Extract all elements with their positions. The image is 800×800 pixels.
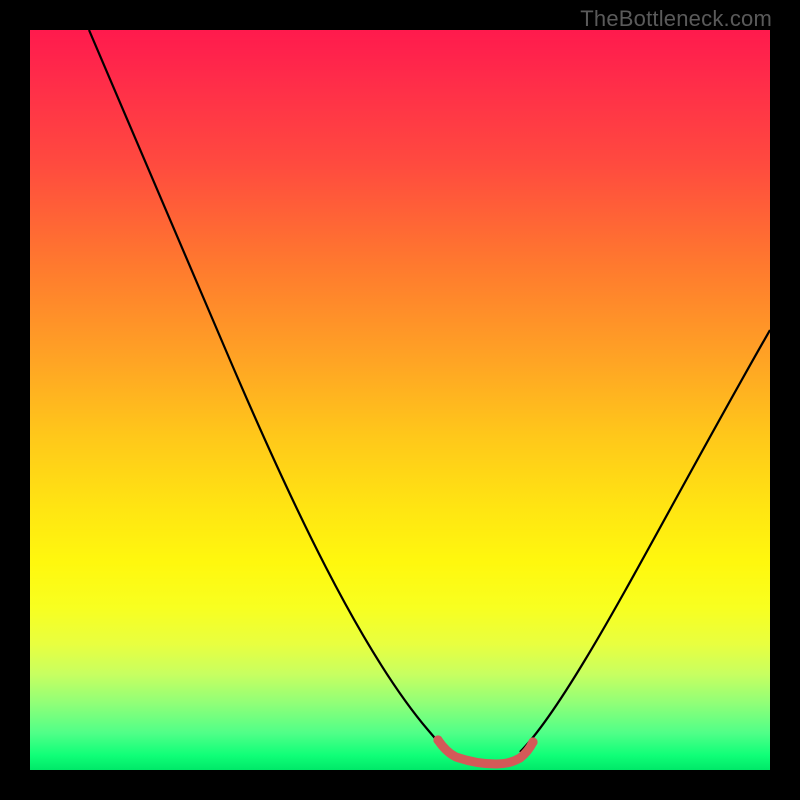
left-curve: [89, 30, 450, 754]
min-cap-left: [433, 735, 442, 744]
chart-frame: TheBottleneck.com: [0, 0, 800, 800]
watermark-label: TheBottleneck.com: [580, 6, 772, 32]
curve-layer: [30, 30, 770, 770]
minimum-marker: [438, 740, 533, 764]
min-cap-right: [528, 737, 537, 746]
plot-area: [30, 30, 770, 770]
right-curve: [520, 330, 770, 752]
